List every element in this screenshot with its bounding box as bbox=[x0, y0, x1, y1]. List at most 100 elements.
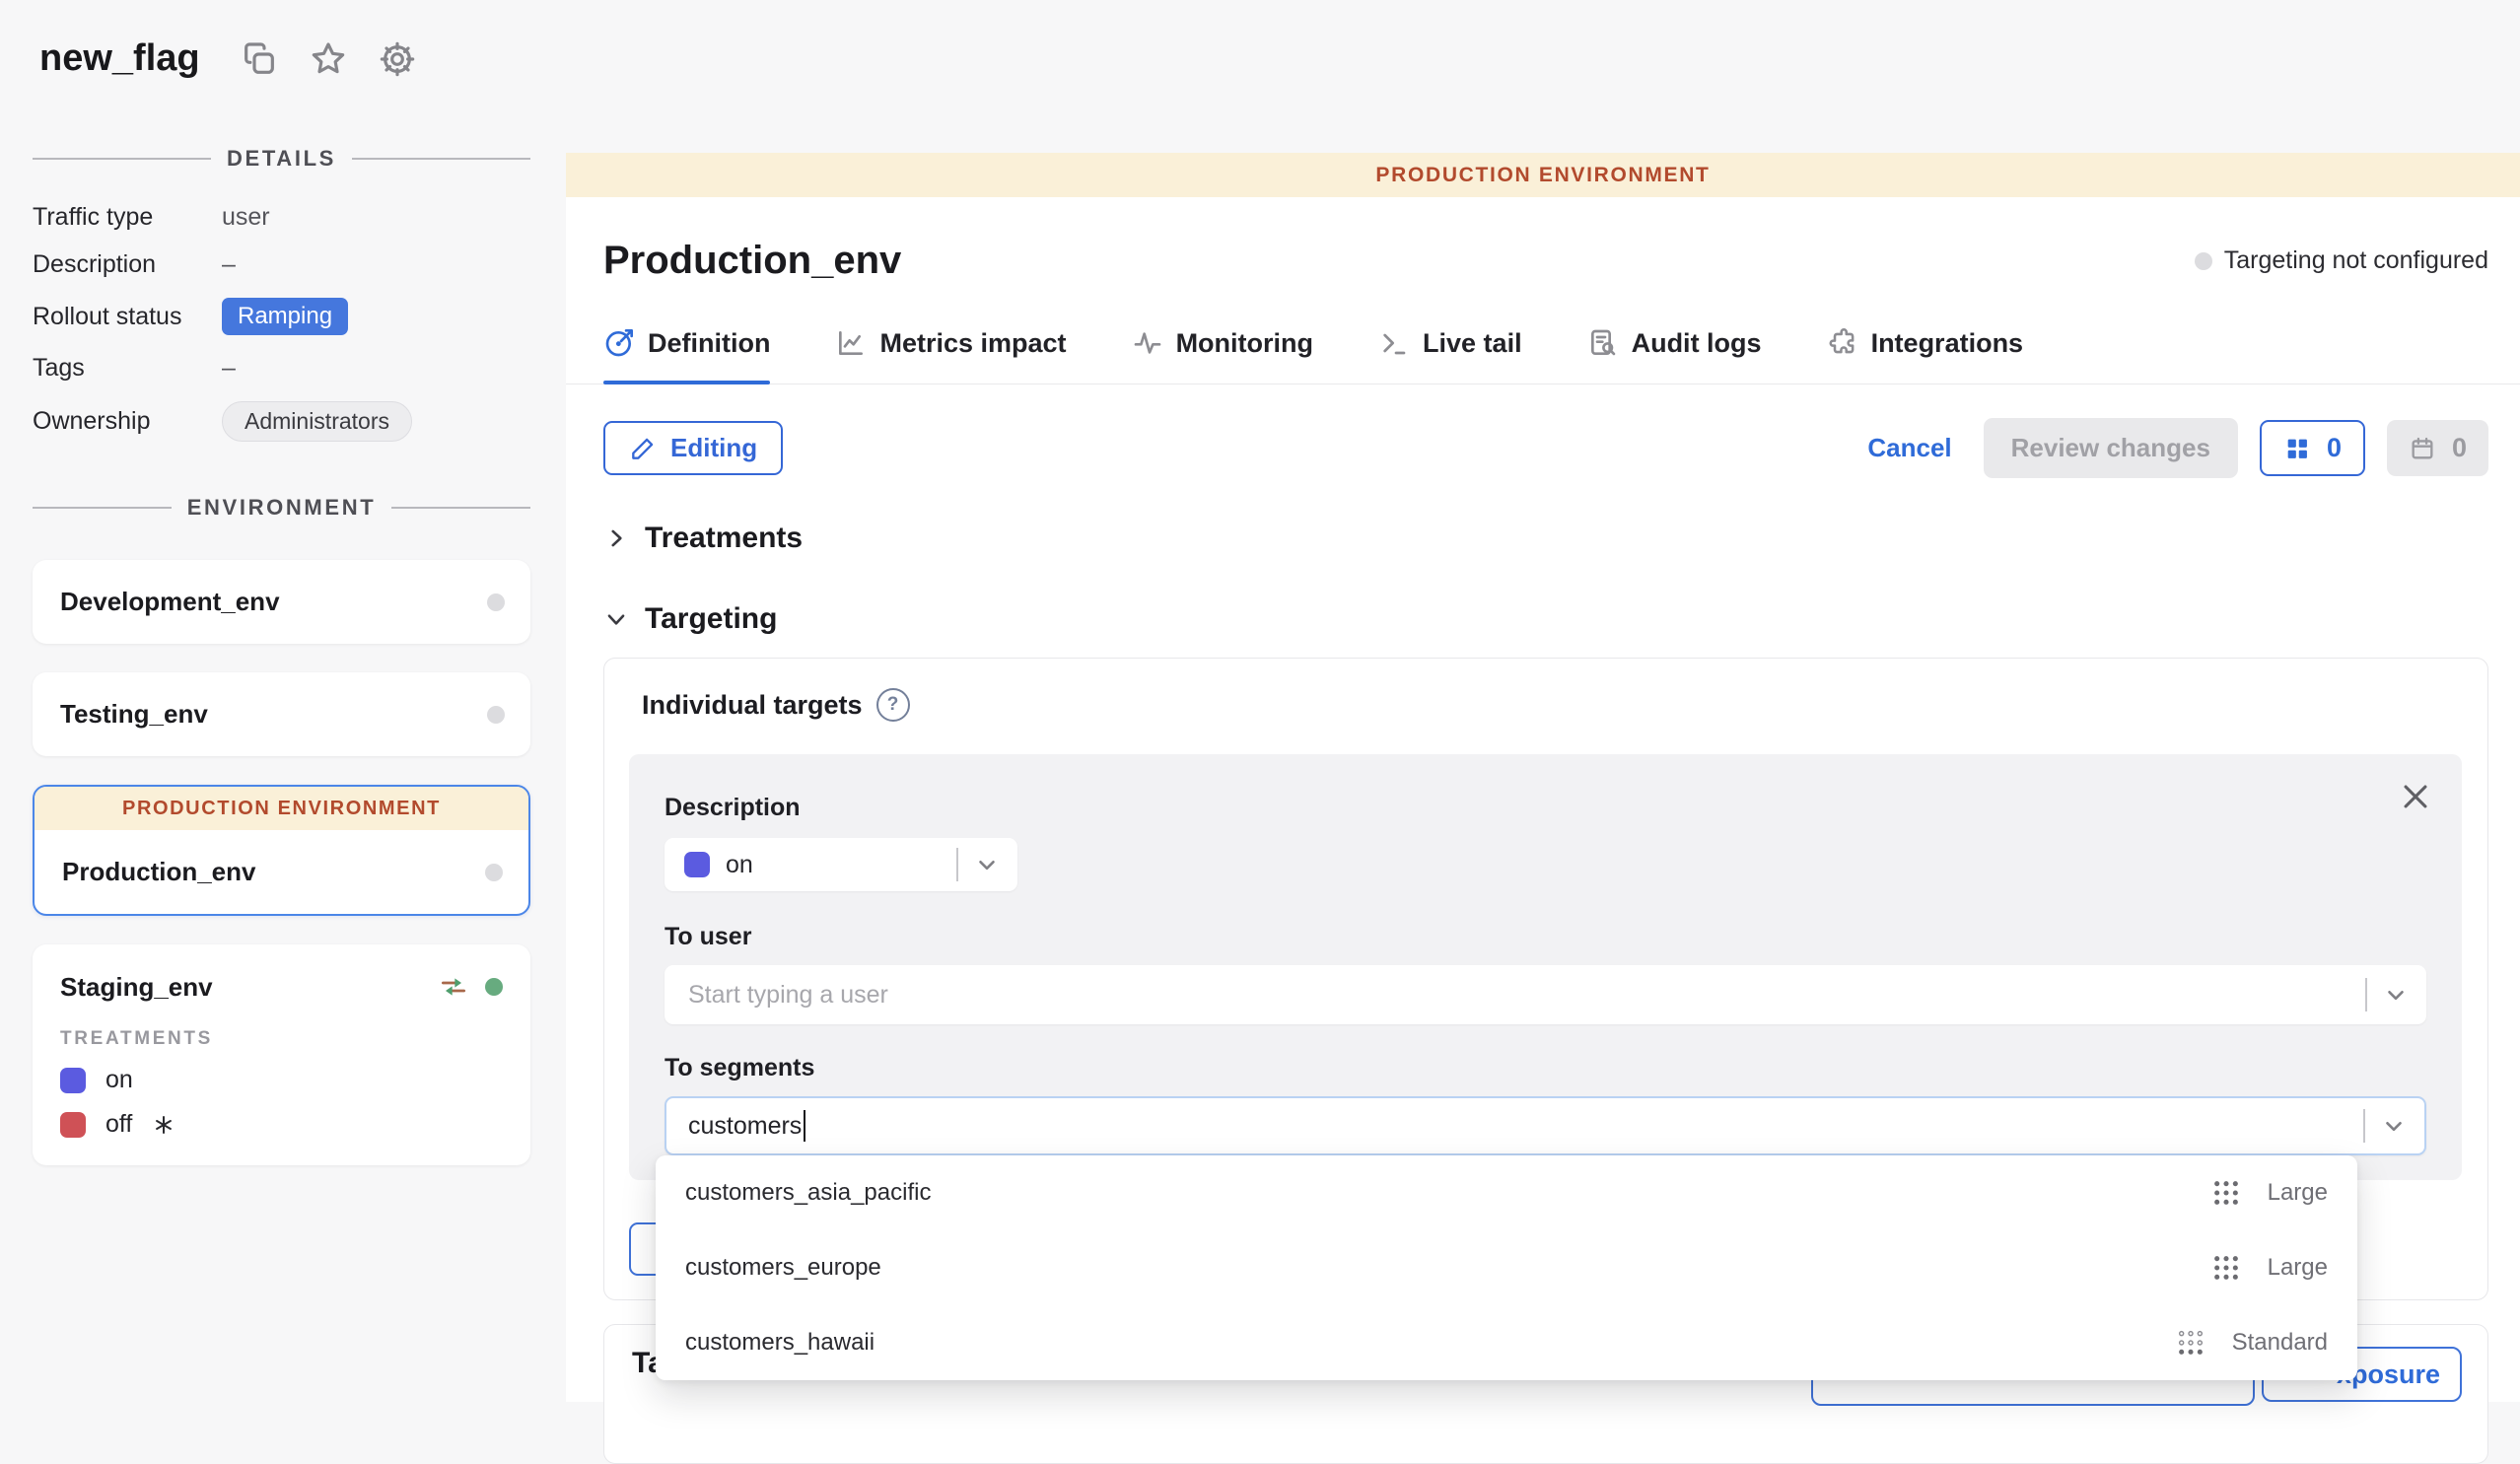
tab-label: Metrics impact bbox=[879, 326, 1066, 360]
tab-label: Definition bbox=[648, 326, 770, 360]
targeting-status-text: Targeting not configured bbox=[2224, 246, 2488, 275]
controls-row: Editing Cancel Review changes 0 0 bbox=[566, 418, 2520, 478]
cancel-button[interactable]: Cancel bbox=[1857, 433, 1961, 463]
tab-live-tail[interactable]: Live tail bbox=[1378, 326, 1522, 383]
ownership-label: Ownership bbox=[33, 407, 222, 436]
to-segments-input[interactable]: customers bbox=[665, 1096, 2426, 1155]
chevron-right-icon bbox=[603, 525, 629, 551]
environment-heading: ENVIRONMENT bbox=[33, 495, 530, 521]
tab-monitoring[interactable]: Monitoring bbox=[1132, 326, 1313, 383]
chevron-down-icon[interactable] bbox=[2383, 982, 2409, 1008]
editing-button[interactable]: Editing bbox=[603, 421, 783, 475]
page: new_flag DETAILS Traffic type user Descr… bbox=[0, 0, 2520, 1402]
change-summary-button[interactable]: 0 bbox=[2260, 420, 2365, 476]
editing-button-label: Editing bbox=[670, 433, 757, 463]
env-name: Staging_env bbox=[60, 972, 213, 1003]
segment-option-hawaii[interactable]: customers_hawaii Standard bbox=[656, 1305, 2357, 1380]
to-user-label: To user bbox=[665, 923, 2426, 951]
env-card-production[interactable]: PRODUCTION ENVIRONMENT Production_env bbox=[33, 785, 530, 916]
environment-heading-label: ENVIRONMENT bbox=[187, 495, 377, 521]
tags-label: Tags bbox=[33, 354, 222, 383]
details-heading: DETAILS bbox=[33, 146, 530, 172]
env-card-development[interactable]: Development_env bbox=[33, 560, 530, 644]
segment-option-asia-pacific[interactable]: customers_asia_pacific Large bbox=[656, 1155, 2357, 1230]
input-divider bbox=[2365, 978, 2367, 1011]
description-field-label: Description bbox=[665, 794, 2426, 822]
target-icon bbox=[603, 327, 635, 359]
flag-title: new_flag bbox=[39, 37, 200, 80]
flag-header: new_flag bbox=[39, 37, 417, 80]
tab-label: Audit logs bbox=[1632, 326, 1762, 360]
treatments-section-toggle[interactable]: Treatments bbox=[566, 522, 2520, 555]
sidebar: DETAILS Traffic type user Description – … bbox=[33, 146, 530, 1165]
to-segments-label: To segments bbox=[665, 1054, 2426, 1082]
individual-target-rule: Description on To user bbox=[629, 754, 2462, 1180]
grid-9-dots-filled-icon bbox=[2210, 1177, 2242, 1209]
change-count: 0 bbox=[2327, 433, 2342, 463]
segments-dropdown: customers_asia_pacific Large customers_e… bbox=[656, 1155, 2357, 1380]
production-environment-banner: PRODUCTION ENVIRONMENT bbox=[35, 787, 528, 830]
gear-icon[interactable] bbox=[378, 39, 417, 79]
terminal-icon bbox=[1378, 327, 1410, 359]
segment-size: Large bbox=[2268, 1179, 2328, 1207]
env-name: Testing_env bbox=[60, 699, 503, 730]
tab-metrics-impact[interactable]: Metrics impact bbox=[835, 326, 1066, 383]
tab-definition[interactable]: Definition bbox=[603, 326, 770, 383]
help-icon[interactable]: ? bbox=[876, 688, 910, 722]
tags-value: – bbox=[222, 354, 530, 383]
schedule-count: 0 bbox=[2452, 433, 2467, 463]
targeting-section-toggle[interactable]: Targeting bbox=[566, 602, 2520, 636]
tab-audit-logs[interactable]: Audit logs bbox=[1587, 326, 1762, 383]
main-panel: PRODUCTION ENVIRONMENT Production_env Ta… bbox=[566, 153, 2520, 1402]
description-label: Description bbox=[33, 250, 222, 279]
segment-name: customers_europe bbox=[685, 1254, 881, 1282]
individual-targets-title: Individual targets bbox=[642, 690, 863, 721]
treatment-on-swatch bbox=[684, 852, 710, 877]
select-divider bbox=[956, 848, 958, 881]
env-name: Production_env bbox=[62, 857, 501, 887]
environment-list: Development_env Testing_env PRODUCTION E… bbox=[33, 560, 530, 1165]
environment-title: Production_env bbox=[603, 239, 901, 283]
treatment-select[interactable]: on bbox=[665, 838, 1017, 891]
rollout-status-label: Rollout status bbox=[33, 303, 222, 331]
details-list: Traffic type user Description – Rollout … bbox=[33, 203, 530, 442]
tab-label: Live tail bbox=[1423, 326, 1522, 360]
chevron-down-icon bbox=[603, 606, 629, 632]
chevron-down-icon[interactable] bbox=[2381, 1113, 2407, 1139]
env-card-staging[interactable]: Staging_env TREATMENTS on off bbox=[33, 944, 530, 1165]
tab-integrations[interactable]: Integrations bbox=[1827, 326, 2024, 383]
segment-option-europe[interactable]: customers_europe Large bbox=[656, 1230, 2357, 1305]
traffic-type-value: user bbox=[222, 203, 530, 232]
close-icon[interactable] bbox=[2399, 780, 2432, 813]
env-status-dot-active bbox=[485, 978, 503, 996]
pencil-icon bbox=[629, 435, 657, 462]
tab-label: Integrations bbox=[1871, 326, 2024, 360]
env-status-dot bbox=[487, 706, 505, 724]
puzzle-icon bbox=[1827, 327, 1858, 359]
copy-icon[interactable] bbox=[240, 39, 279, 79]
grid-9-dots-dotted-icon bbox=[2175, 1327, 2206, 1359]
swap-arrows-icon bbox=[438, 971, 469, 1003]
treatment-off-swatch bbox=[60, 1112, 86, 1138]
grid-icon bbox=[2283, 435, 2311, 462]
treatment-off-row: off bbox=[60, 1110, 503, 1139]
traffic-type-label: Traffic type bbox=[33, 203, 222, 232]
to-user-input-row bbox=[665, 965, 2426, 1024]
to-user-input[interactable] bbox=[686, 980, 2365, 1011]
tab-label: Monitoring bbox=[1176, 326, 1313, 360]
treatments-section-label: Treatments bbox=[645, 522, 803, 555]
review-changes-button[interactable]: Review changes bbox=[1984, 418, 2238, 478]
targeting-status: Targeting not configured bbox=[2195, 246, 2488, 275]
input-divider bbox=[2363, 1109, 2365, 1143]
text-caret bbox=[804, 1110, 805, 1142]
schedule-button[interactable]: 0 bbox=[2387, 420, 2488, 476]
env-card-testing[interactable]: Testing_env bbox=[33, 672, 530, 756]
chevron-down-icon bbox=[974, 852, 1000, 877]
star-icon[interactable] bbox=[309, 39, 348, 79]
segment-name: customers_asia_pacific bbox=[685, 1179, 931, 1207]
grid-9-dots-filled-icon bbox=[2210, 1252, 2242, 1284]
targeting-status-dot bbox=[2195, 252, 2212, 270]
env-status-dot bbox=[485, 864, 503, 881]
chart-icon bbox=[835, 327, 867, 359]
targeting-section-label: Targeting bbox=[645, 602, 777, 636]
